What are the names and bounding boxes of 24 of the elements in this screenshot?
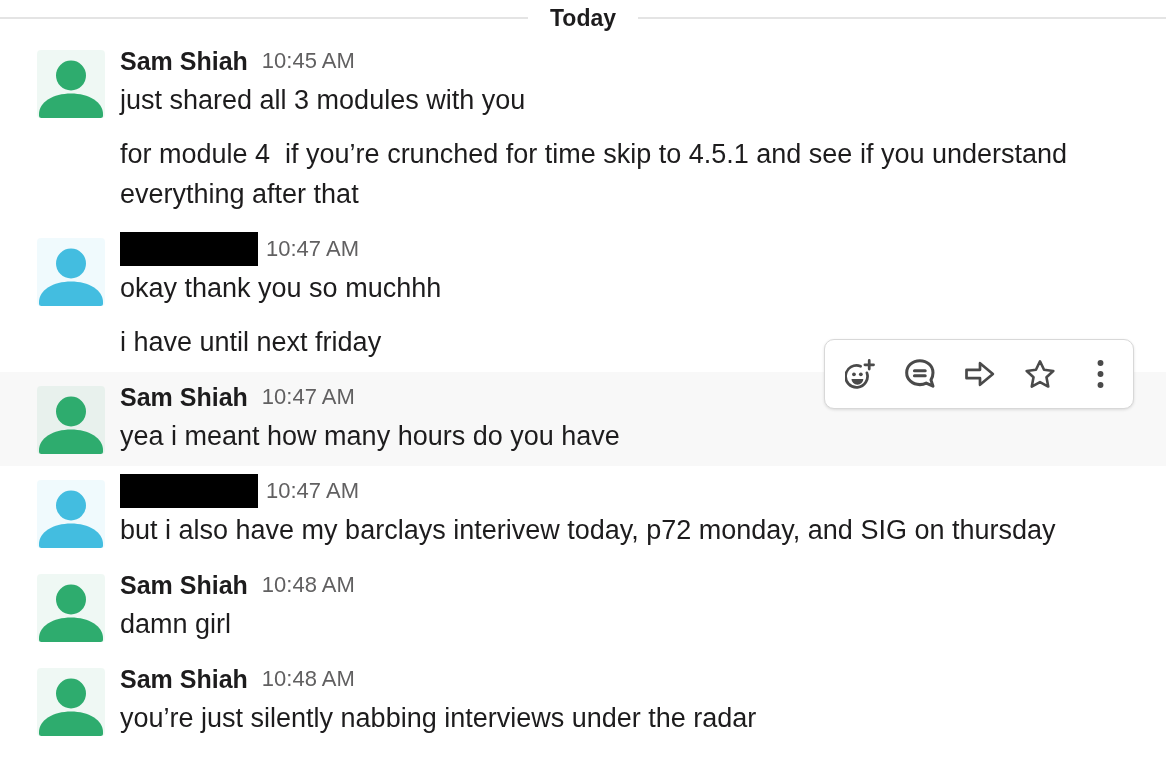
author-name[interactable]: Sam Shiah [120,664,248,694]
arrow-right-icon [965,359,995,389]
author-name[interactable]: Sam Shiah [120,382,248,412]
vertical-dots-icon [1096,360,1104,388]
message-text: i have until next friday [120,326,383,359]
smiley-plus-icon [845,359,875,389]
author-name[interactable]: Sam Shiah [120,570,248,600]
date-divider-label: Today [549,4,617,33]
message-text: okay thank you so muchhh [120,272,443,305]
message-text: just shared all 3 modules with you [120,84,527,117]
message-text: damn girl [120,608,233,641]
message-timestamp[interactable]: 10:48 AM [261,664,355,694]
message-timestamp[interactable]: 10:47 AM [261,382,355,412]
star-icon [1025,359,1055,389]
message-text: for module 4 if you’re crunched for time skip to 4.5.1 and see if you understand everything after that [120,138,1069,211]
message-timestamp[interactable]: 10:47 AM [266,476,359,506]
message-text: you’re just silently nabbing interviews under the radar [120,702,758,735]
speech-bubble-icon [905,359,935,389]
message-text: yea i meant how many hours do you have [120,420,621,453]
author-name[interactable]: Sam Shiah [120,46,248,76]
message-timestamp[interactable]: 10:45 AM [261,46,355,76]
message-timestamp[interactable]: 10:48 AM [261,570,355,600]
message-timestamp[interactable]: 10:47 AM [266,234,359,264]
message-text: but i also have my barclays interivew today, p72 monday, and SIG on thursday [120,514,1057,547]
